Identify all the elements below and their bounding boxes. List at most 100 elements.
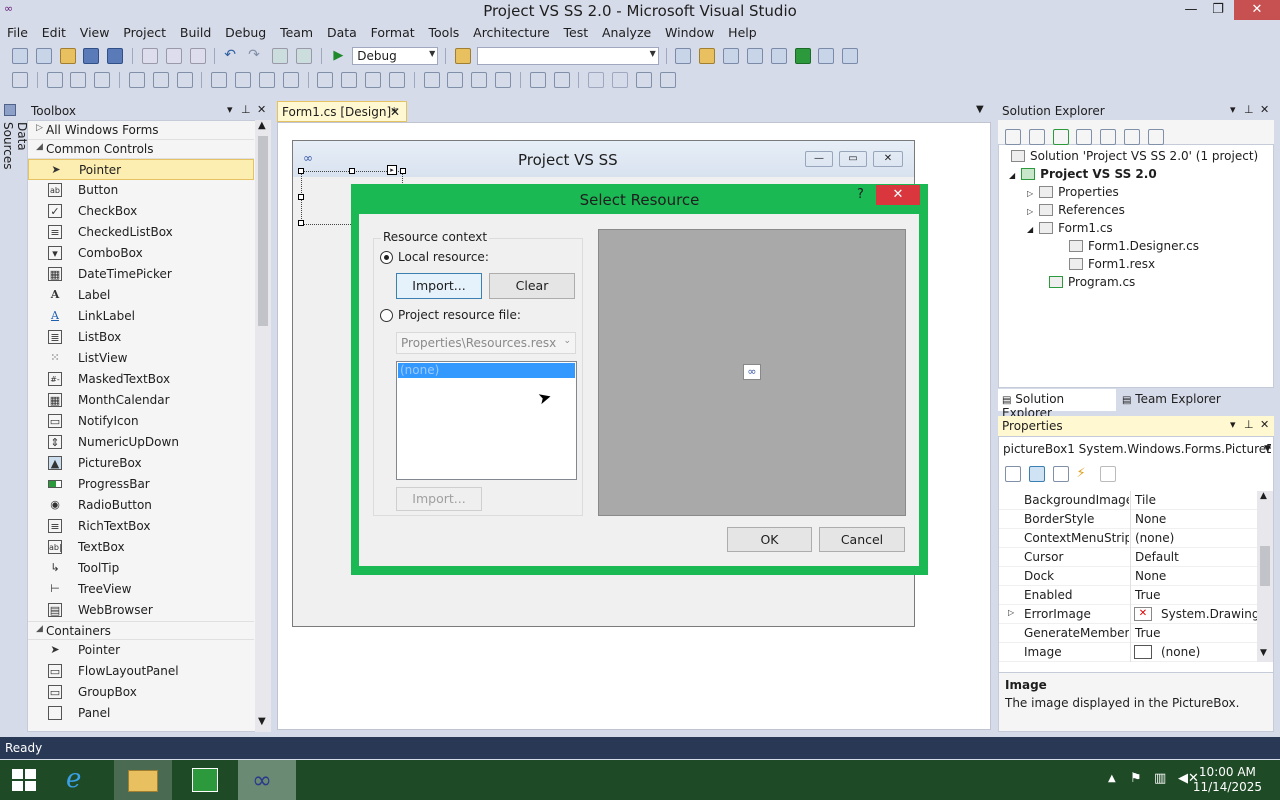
toolbar-options-icon[interactable]: [659, 72, 676, 88]
decrease-vertical-spacing-icon[interactable]: [471, 72, 488, 88]
make-same-width-icon[interactable]: [211, 72, 228, 88]
project-resource-label[interactable]: Project resource file:: [398, 308, 521, 322]
close-icon[interactable]: ✕: [1260, 418, 1269, 431]
help-button[interactable]: ?: [857, 187, 864, 202]
show-all-files-icon[interactable]: [1100, 129, 1117, 145]
scroll-up-icon[interactable]: ▲: [258, 120, 266, 131]
tab-solution-explorer[interactable]: ▤ Solution Explorer: [998, 389, 1116, 420]
menu-data[interactable]: Data: [322, 22, 362, 44]
tab-team-explorer[interactable]: ▤ Team Explorer: [1118, 389, 1225, 411]
object-selector[interactable]: pictureBox1 System.Windows.Forms.Picture…: [1003, 442, 1271, 460]
property-row[interactable]: Enabled True: [999, 586, 1257, 605]
align-bottoms-icon[interactable]: [176, 72, 193, 88]
resource-list[interactable]: (none): [396, 361, 577, 480]
show-hidden-icons[interactable]: ▲: [1108, 773, 1116, 784]
selection-handle[interactable]: [298, 194, 304, 200]
toolbox-item-listbox[interactable]: ≣ ListBox: [28, 327, 254, 348]
pin-icon[interactable]: ⊥: [241, 103, 251, 116]
add-item-icon[interactable]: [35, 48, 52, 64]
property-row[interactable]: Image (none): [999, 643, 1257, 662]
property-row[interactable]: GenerateMember True: [999, 624, 1257, 643]
tree-item-references[interactable]: ▷ References: [1027, 203, 1125, 221]
close-tab-icon[interactable]: ✕: [390, 105, 400, 119]
toolbar-options-icon[interactable]: [842, 48, 859, 64]
selection-handle[interactable]: [298, 168, 304, 174]
smart-tag-icon[interactable]: ▸: [387, 165, 397, 175]
toolbox-item-maskedtextbox[interactable]: #- MaskedTextBox: [28, 369, 254, 390]
property-value[interactable]: True: [1135, 626, 1161, 640]
alphabetical-icon[interactable]: [1028, 466, 1045, 482]
toolbox-item-treeview[interactable]: ⊢ TreeView: [28, 579, 254, 600]
categorized-icon[interactable]: [1005, 466, 1021, 482]
property-value[interactable]: (none): [1135, 531, 1174, 545]
toolbox-item-monthcalendar[interactable]: ▦ MonthCalendar: [28, 390, 254, 411]
dropdown-icon[interactable]: ▾: [1230, 418, 1236, 431]
save-icon[interactable]: [83, 48, 100, 64]
properties-scrollbar[interactable]: ▲ ▼: [1257, 491, 1273, 662]
find-in-files-icon[interactable]: [454, 48, 471, 64]
menu-edit[interactable]: Edit: [37, 22, 71, 44]
scrollbar-thumb[interactable]: [1260, 546, 1270, 586]
property-value[interactable]: Default: [1135, 550, 1179, 564]
copy-icon[interactable]: [165, 48, 182, 64]
toolbox-item-webbrowser[interactable]: ▤ WebBrowser: [28, 600, 254, 621]
close-icon[interactable]: ✕: [1260, 103, 1269, 116]
minimize-button[interactable]: —: [1176, 0, 1206, 20]
toolbox-icon[interactable]: [746, 48, 763, 64]
menu-tools[interactable]: Tools: [424, 22, 465, 44]
toolbox-item-textbox[interactable]: ab| TextBox: [28, 537, 254, 558]
toolbox-item-groupbox[interactable]: ▭ GroupBox: [28, 682, 254, 703]
redo-icon[interactable]: ↷: [248, 48, 264, 64]
action-center-icon[interactable]: ⚑: [1130, 771, 1142, 786]
command-window-icon[interactable]: [818, 48, 835, 64]
save-all-icon[interactable]: [107, 48, 124, 64]
align-to-grid-icon[interactable]: [12, 72, 28, 88]
menu-window[interactable]: Window: [660, 22, 719, 44]
start-page-icon[interactable]: [794, 48, 811, 64]
dialog-close-button[interactable]: ✕: [876, 185, 920, 205]
events-icon[interactable]: ⚡: [1076, 466, 1092, 482]
object-browser-icon[interactable]: [723, 48, 740, 64]
property-row[interactable]: Cursor Default: [999, 548, 1257, 567]
tree-item-properties[interactable]: ▷ Properties: [1027, 185, 1119, 203]
center-horizontally-icon[interactable]: [529, 72, 546, 88]
find-combo[interactable]: ▼: [476, 47, 659, 65]
scroll-down-icon[interactable]: ▼: [1260, 648, 1267, 658]
cut-icon[interactable]: [141, 48, 158, 64]
tree-item-form1-resx[interactable]: Form1.resx: [1069, 257, 1155, 275]
close-icon[interactable]: ✕: [257, 103, 266, 116]
toolbox-item-picturebox[interactable]: ▲ PictureBox: [28, 453, 254, 474]
properties-window-icon[interactable]: [699, 48, 716, 64]
toolbox-item-radiobutton[interactable]: ◉ RadioButton: [28, 495, 254, 516]
property-pages-icon[interactable]: [1100, 466, 1117, 482]
toolbox-item-checkbox[interactable]: ✓ CheckBox: [28, 201, 254, 222]
taskbar-internet-explorer[interactable]: e: [52, 760, 110, 800]
scroll-down-icon[interactable]: ▼: [258, 716, 266, 727]
solution-config-combo[interactable]: Debug ▼: [352, 47, 439, 65]
menu-analyze[interactable]: Analyze: [597, 22, 656, 44]
center-vertically-icon[interactable]: [553, 72, 570, 88]
align-tops-icon[interactable]: [128, 72, 145, 88]
scroll-up-icon[interactable]: ▲: [1260, 491, 1267, 501]
property-value[interactable]: System.Drawing.B: [1161, 607, 1257, 621]
property-row[interactable]: Dock None: [999, 567, 1257, 586]
clear-button[interactable]: Clear: [489, 273, 575, 299]
toolbox-group-all[interactable]: ▷ All Windows Forms: [28, 121, 254, 140]
toolbox-group-common[interactable]: ◢ Common Controls: [28, 140, 254, 159]
start-button[interactable]: [0, 760, 58, 800]
tree-item-program[interactable]: Program.cs: [1049, 275, 1135, 293]
property-value[interactable]: Tile: [1135, 493, 1156, 507]
toolbox-item-notifyicon[interactable]: ▭ NotifyIcon: [28, 411, 254, 432]
refresh-icon[interactable]: [1052, 129, 1069, 145]
cancel-button[interactable]: Cancel: [819, 527, 905, 552]
horizontal-spacing-equal-icon[interactable]: [317, 72, 334, 88]
open-file-icon[interactable]: [59, 48, 76, 64]
menu-build[interactable]: Build: [175, 22, 216, 44]
taskbar-clock[interactable]: 10:00 AM 11/14/2025: [1193, 765, 1262, 795]
property-value[interactable]: None: [1135, 512, 1166, 526]
toolbox-scrollbar[interactable]: ▲ ▼: [255, 120, 271, 732]
tab-order-icon[interactable]: [635, 72, 652, 88]
selection-handle[interactable]: [400, 168, 406, 174]
remove-vertical-spacing-icon[interactable]: [495, 72, 512, 88]
align-middles-icon[interactable]: [152, 72, 169, 88]
